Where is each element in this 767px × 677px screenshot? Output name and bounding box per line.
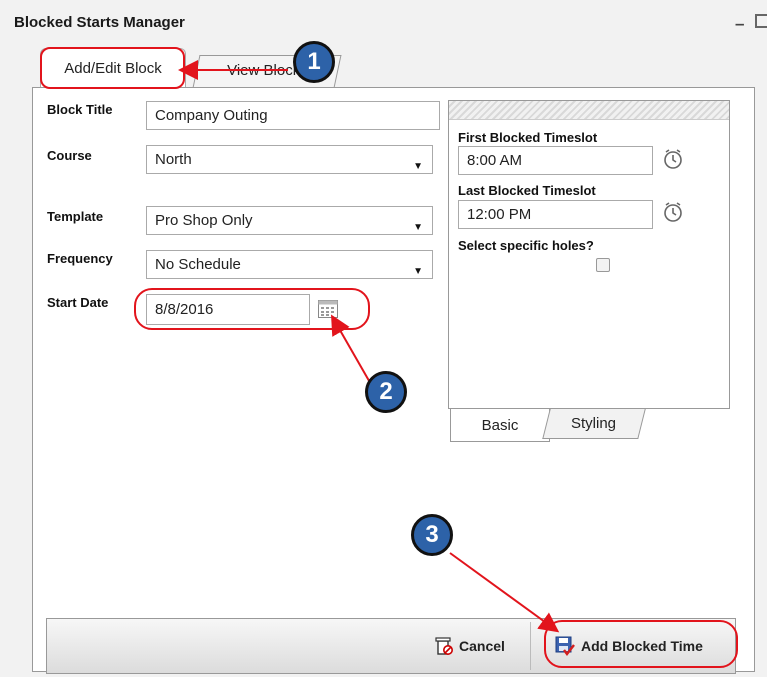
template-select-value: Pro Shop Only (155, 212, 253, 229)
cancel-label: Cancel (459, 638, 505, 654)
start-date-label: Start Date (47, 295, 109, 310)
tab-styling-label: Styling (571, 415, 617, 432)
tab-add-edit-block[interactable]: Add/Edit Block (40, 48, 186, 88)
template-select[interactable]: Pro Shop Only ▼ (146, 206, 433, 235)
callout-badge-1: 1 (293, 41, 335, 83)
last-timeslot-input[interactable]: 12:00 PM (458, 200, 653, 229)
calendar-icon[interactable] (318, 300, 338, 323)
template-label: Template (47, 209, 104, 224)
callout-badge-3: 3 (411, 514, 453, 556)
course-select-value: North (155, 151, 192, 168)
minimize-icon[interactable]: – (735, 14, 744, 34)
clock-icon[interactable] (662, 201, 684, 223)
course-label: Course (47, 148, 92, 163)
last-timeslot-label: Last Blocked Timeslot (458, 183, 596, 198)
select-holes-checkbox[interactable] (596, 258, 610, 272)
start-date-input[interactable]: 8/8/2016 (146, 294, 310, 325)
frequency-select[interactable]: No Schedule ▼ (146, 250, 433, 279)
chevron-down-icon: ▼ (413, 266, 423, 277)
select-holes-label: Select specific holes? (458, 238, 594, 253)
clock-icon[interactable] (662, 148, 684, 170)
callout-badge-2: 2 (365, 371, 407, 413)
chevron-down-icon: ▼ (413, 222, 423, 233)
maximize-icon[interactable] (755, 14, 767, 28)
course-select[interactable]: North ▼ (146, 145, 433, 174)
add-blocked-time-button[interactable]: Add Blocked Time (555, 636, 703, 656)
frequency-label: Frequency (47, 251, 113, 266)
cancel-button[interactable]: Cancel (435, 636, 505, 656)
timeslot-panel-header (449, 101, 729, 120)
first-timeslot-label: First Blocked Timeslot (458, 130, 598, 145)
frequency-select-value: No Schedule (155, 256, 241, 273)
block-title-input[interactable]: Company Outing (146, 101, 440, 130)
block-title-label: Block Title (47, 102, 113, 117)
first-timeslot-input[interactable]: 8:00 AM (458, 146, 653, 175)
footer-divider (530, 622, 531, 670)
add-blocked-time-label: Add Blocked Time (581, 638, 703, 654)
tab-styling[interactable]: Styling (542, 409, 646, 439)
chevron-down-icon: ▼ (413, 161, 423, 172)
window-title: Blocked Starts Manager (14, 14, 185, 31)
tab-basic[interactable]: Basic (450, 409, 550, 442)
cancel-icon (435, 637, 453, 655)
save-check-icon (555, 636, 575, 656)
